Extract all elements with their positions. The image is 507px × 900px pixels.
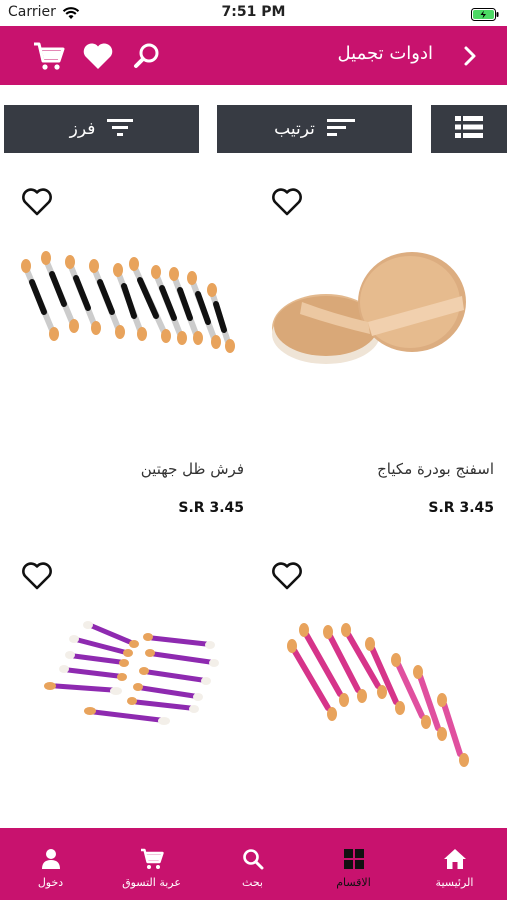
favorite-heart-icon[interactable]: [270, 186, 304, 218]
cart-icon[interactable]: [33, 40, 65, 72]
sort-label: ترتيب: [274, 119, 315, 139]
filter-button[interactable]: فرز: [4, 105, 199, 153]
powder-puff-sponge-image: [264, 230, 494, 410]
home-icon: [404, 848, 505, 872]
list-view-icon: [455, 115, 483, 144]
top-navigation-bar: ادوات تجميل: [0, 26, 507, 85]
chevron-right-icon[interactable]: [454, 40, 486, 72]
tab-login-label: دخول: [37, 876, 64, 889]
cart-icon: [101, 848, 202, 872]
tab-search[interactable]: بحث: [202, 828, 303, 900]
favorite-heart-icon[interactable]: [20, 186, 54, 218]
search-icon: [202, 848, 303, 872]
heart-icon[interactable]: [82, 40, 114, 72]
tab-search-label: بحث: [242, 876, 263, 889]
list-view-button[interactable]: [431, 105, 507, 153]
tab-login[interactable]: دخول: [0, 828, 101, 900]
pink-eyeshadow-applicators-image: [264, 604, 494, 784]
filter-icon: [107, 117, 134, 142]
purple-eyeshadow-applicators-image: [14, 604, 244, 784]
grid-icon: [303, 848, 404, 872]
favorite-heart-icon[interactable]: [270, 560, 304, 592]
sort-button[interactable]: ترتيب: [217, 105, 412, 153]
battery-icon: [471, 6, 499, 25]
tab-cart[interactable]: عربة التسوق: [101, 828, 202, 900]
tab-home-label: الرئيسية: [435, 876, 474, 889]
tab-categories-label: الاقسام: [336, 876, 371, 889]
filter-label: فرز: [69, 119, 96, 139]
product-card[interactable]: [254, 560, 504, 820]
sort-icon: [326, 117, 355, 142]
page-title: ادوات تجميل: [337, 43, 433, 64]
product-price: S.R 3.45: [428, 500, 494, 516]
status-bar: Carrier 7:51 PM: [0, 0, 507, 26]
product-card[interactable]: اسفنج بودرة مكياج S.R 3.45: [254, 186, 504, 526]
search-icon[interactable]: [131, 40, 163, 72]
product-price: S.R 3.45: [178, 500, 244, 516]
double-ended-shadow-brushes-image: [14, 230, 244, 410]
user-icon: [0, 848, 101, 872]
bottom-tab-bar: دخول عربة التسوق بحث الاقسام الرئيسية: [0, 828, 507, 900]
clock-label: 7:51 PM: [221, 4, 286, 20]
filter-bar: فرز ترتيب: [0, 105, 507, 154]
product-name[interactable]: فرش ظل جهتين: [141, 460, 244, 478]
product-name[interactable]: اسفنج بودرة مكياج: [377, 460, 494, 478]
tab-cart-label: عربة التسوق: [122, 876, 181, 889]
tab-home[interactable]: الرئيسية: [404, 828, 505, 900]
tab-categories[interactable]: الاقسام: [303, 828, 404, 900]
product-card[interactable]: [4, 560, 254, 820]
favorite-heart-icon[interactable]: [20, 560, 54, 592]
product-card[interactable]: فرش ظل جهتين S.R 3.45: [4, 186, 254, 526]
